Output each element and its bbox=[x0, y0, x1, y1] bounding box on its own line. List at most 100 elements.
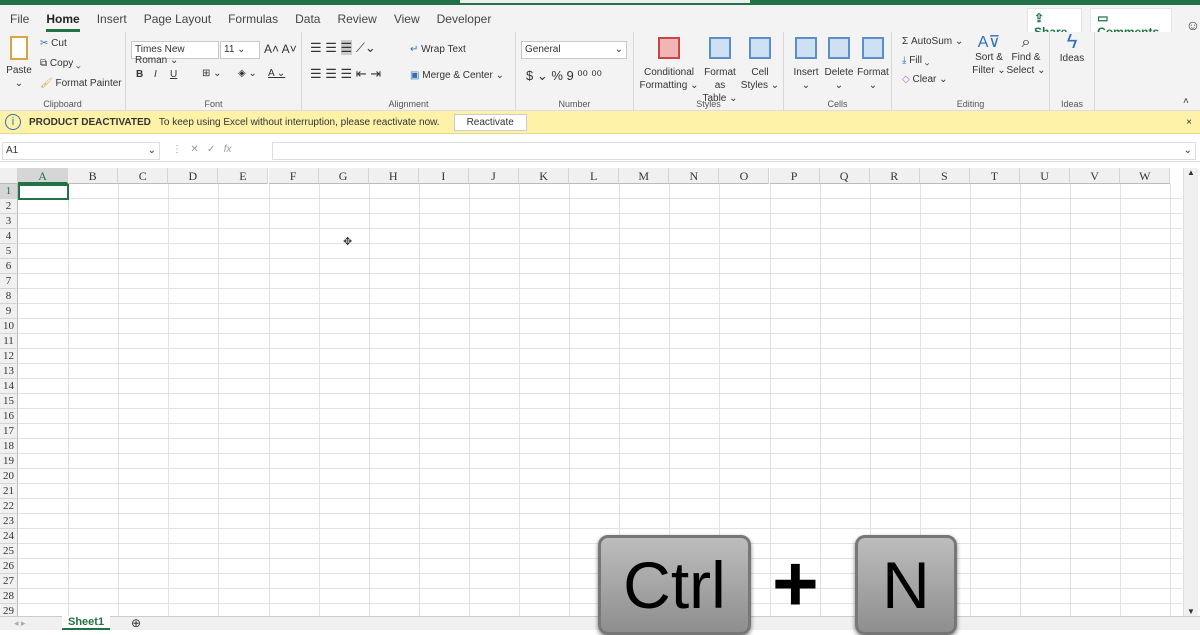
row-header-22[interactable]: 22 bbox=[0, 499, 18, 514]
column-header-R[interactable]: R bbox=[870, 168, 920, 184]
row-header-10[interactable]: 10 bbox=[0, 319, 18, 334]
cell-styles-button[interactable]: CellStyles ⌄ bbox=[740, 37, 780, 92]
cut-button[interactable]: ✂ Cut bbox=[40, 38, 67, 49]
column-header-T[interactable]: T bbox=[970, 168, 1020, 184]
row-header-21[interactable]: 21 bbox=[0, 484, 18, 499]
spreadsheet-grid[interactable]: ABCDEFGHIJKLMNOPQRSTUVW12345678910111213… bbox=[0, 168, 1182, 616]
tab-view[interactable]: View bbox=[394, 12, 420, 26]
horizontal-align-buttons[interactable]: ☰ ☰ ☰ ⇤ ⇥ bbox=[310, 66, 381, 82]
column-header-W[interactable]: W bbox=[1120, 168, 1170, 184]
smiley-feedback-icon[interactable]: ☺ bbox=[1186, 17, 1200, 33]
row-header-13[interactable]: 13 bbox=[0, 364, 18, 379]
selected-cell-a1[interactable] bbox=[18, 184, 69, 200]
column-header-H[interactable]: H bbox=[369, 168, 419, 184]
wrap-text-button[interactable]: ↵ Wrap Text bbox=[410, 44, 466, 55]
row-header-27[interactable]: 27 bbox=[0, 574, 18, 589]
underline-button[interactable]: U bbox=[170, 69, 177, 80]
conditional-formatting-button[interactable]: ConditionalFormatting ⌄ bbox=[638, 37, 700, 92]
collapse-ribbon-icon[interactable]: ˄ bbox=[1183, 96, 1189, 107]
row-header-26[interactable]: 26 bbox=[0, 559, 18, 574]
currency-button[interactable]: $ bbox=[526, 68, 533, 83]
font-grow-shrink-buttons[interactable]: A˄ A˅ bbox=[264, 42, 297, 56]
row-header-23[interactable]: 23 bbox=[0, 514, 18, 529]
add-sheet-icon[interactable]: ⊕ bbox=[131, 616, 141, 630]
ideas-button[interactable]: ϟIdeas bbox=[1054, 36, 1090, 65]
format-cells-button[interactable]: Format⌄ bbox=[856, 37, 890, 92]
font-color-button[interactable]: A ⌄ bbox=[268, 68, 285, 79]
formula-input[interactable]: ⌄ bbox=[272, 142, 1196, 160]
sort-filter-button[interactable]: A⊽Sort &Filter ⌄ bbox=[972, 36, 1006, 77]
tab-developer[interactable]: Developer bbox=[437, 12, 492, 26]
number-format-buttons[interactable]: $ ⌄ % 9 ⁰⁰ ⁰⁰ bbox=[526, 68, 602, 84]
column-header-C[interactable]: C bbox=[118, 168, 168, 184]
font-name-select[interactable]: Times New Roman ⌄ bbox=[131, 41, 219, 59]
italic-button[interactable]: I bbox=[154, 69, 157, 80]
column-header-A[interactable]: A bbox=[18, 168, 68, 184]
percent-button[interactable]: % bbox=[551, 68, 563, 83]
column-header-E[interactable]: E bbox=[218, 168, 268, 184]
column-header-D[interactable]: D bbox=[168, 168, 218, 184]
row-header-15[interactable]: 15 bbox=[0, 394, 18, 409]
tab-home[interactable]: Home bbox=[46, 12, 79, 26]
row-header-29[interactable]: 29 bbox=[0, 604, 18, 616]
row-header-1[interactable]: 1 bbox=[0, 184, 18, 199]
row-header-17[interactable]: 17 bbox=[0, 424, 18, 439]
vertical-scrollbar[interactable]: ▲▼ bbox=[1183, 168, 1198, 616]
row-header-8[interactable]: 8 bbox=[0, 289, 18, 304]
row-header-14[interactable]: 14 bbox=[0, 379, 18, 394]
format-as-table-button[interactable]: Format asTable ⌄ bbox=[698, 37, 742, 105]
paste-button[interactable]: Paste⌄ bbox=[4, 36, 34, 90]
comma-button[interactable]: 9 bbox=[567, 68, 574, 83]
column-header-J[interactable]: J bbox=[469, 168, 519, 184]
close-message-icon[interactable]: × bbox=[1186, 117, 1192, 128]
fill-button[interactable]: ⤓ Fill ⌄ bbox=[902, 55, 929, 66]
row-header-2[interactable]: 2 bbox=[0, 199, 18, 214]
select-all-corner[interactable] bbox=[0, 168, 18, 184]
row-header-11[interactable]: 11 bbox=[0, 334, 18, 349]
autosum-button[interactable]: Σ AutoSum ⌄ bbox=[902, 36, 963, 47]
number-format-select[interactable]: General⌄ bbox=[521, 41, 627, 59]
row-header-4[interactable]: 4 bbox=[0, 229, 18, 244]
tab-insert[interactable]: Insert bbox=[97, 12, 127, 26]
fill-color-button[interactable]: ◈ ⌄ bbox=[238, 68, 257, 79]
vertical-align-buttons[interactable]: ☰ ☰ ☰ ⟋⌄ bbox=[310, 40, 376, 56]
font-size-select[interactable]: 11 ⌄ bbox=[220, 41, 260, 59]
name-box[interactable]: A1⌄ bbox=[2, 142, 160, 160]
merge-center-button[interactable]: ▣ Merge & Center ⌄ bbox=[410, 70, 504, 81]
row-header-16[interactable]: 16 bbox=[0, 409, 18, 424]
column-header-Q[interactable]: Q bbox=[820, 168, 870, 184]
row-header-28[interactable]: 28 bbox=[0, 589, 18, 604]
insert-cells-button[interactable]: Insert⌄ bbox=[790, 37, 822, 92]
column-header-L[interactable]: L bbox=[569, 168, 619, 184]
column-header-I[interactable]: I bbox=[419, 168, 469, 184]
column-header-M[interactable]: M bbox=[619, 168, 669, 184]
sheet-nav-arrows[interactable]: ◂ ▸ bbox=[14, 618, 26, 629]
row-header-20[interactable]: 20 bbox=[0, 469, 18, 484]
column-header-K[interactable]: K bbox=[519, 168, 569, 184]
row-header-18[interactable]: 18 bbox=[0, 439, 18, 454]
tab-review[interactable]: Review bbox=[337, 12, 376, 26]
row-header-9[interactable]: 9 bbox=[0, 304, 18, 319]
bold-button[interactable]: B bbox=[136, 69, 143, 80]
tab-formulas[interactable]: Formulas bbox=[228, 12, 278, 26]
column-header-U[interactable]: U bbox=[1020, 168, 1070, 184]
sheet-tab-sheet1[interactable]: Sheet1 bbox=[62, 616, 110, 630]
column-header-V[interactable]: V bbox=[1070, 168, 1120, 184]
column-header-P[interactable]: P bbox=[770, 168, 820, 184]
row-header-25[interactable]: 25 bbox=[0, 544, 18, 559]
format-painter-button[interactable]: 🖌 Format Painter bbox=[40, 78, 122, 89]
clear-button[interactable]: ◇ Clear ⌄ bbox=[902, 74, 948, 85]
borders-button[interactable]: ⊞ ⌄ bbox=[202, 68, 222, 79]
delete-cells-button[interactable]: Delete⌄ bbox=[822, 37, 856, 92]
reactivate-button[interactable]: Reactivate bbox=[454, 114, 527, 131]
tab-data[interactable]: Data bbox=[295, 12, 320, 26]
row-header-24[interactable]: 24 bbox=[0, 529, 18, 544]
column-header-F[interactable]: F bbox=[269, 168, 319, 184]
row-header-7[interactable]: 7 bbox=[0, 274, 18, 289]
row-header-6[interactable]: 6 bbox=[0, 259, 18, 274]
row-header-5[interactable]: 5 bbox=[0, 244, 18, 259]
row-header-12[interactable]: 12 bbox=[0, 349, 18, 364]
column-header-G[interactable]: G bbox=[319, 168, 369, 184]
column-header-S[interactable]: S bbox=[920, 168, 970, 184]
column-header-B[interactable]: B bbox=[68, 168, 118, 184]
